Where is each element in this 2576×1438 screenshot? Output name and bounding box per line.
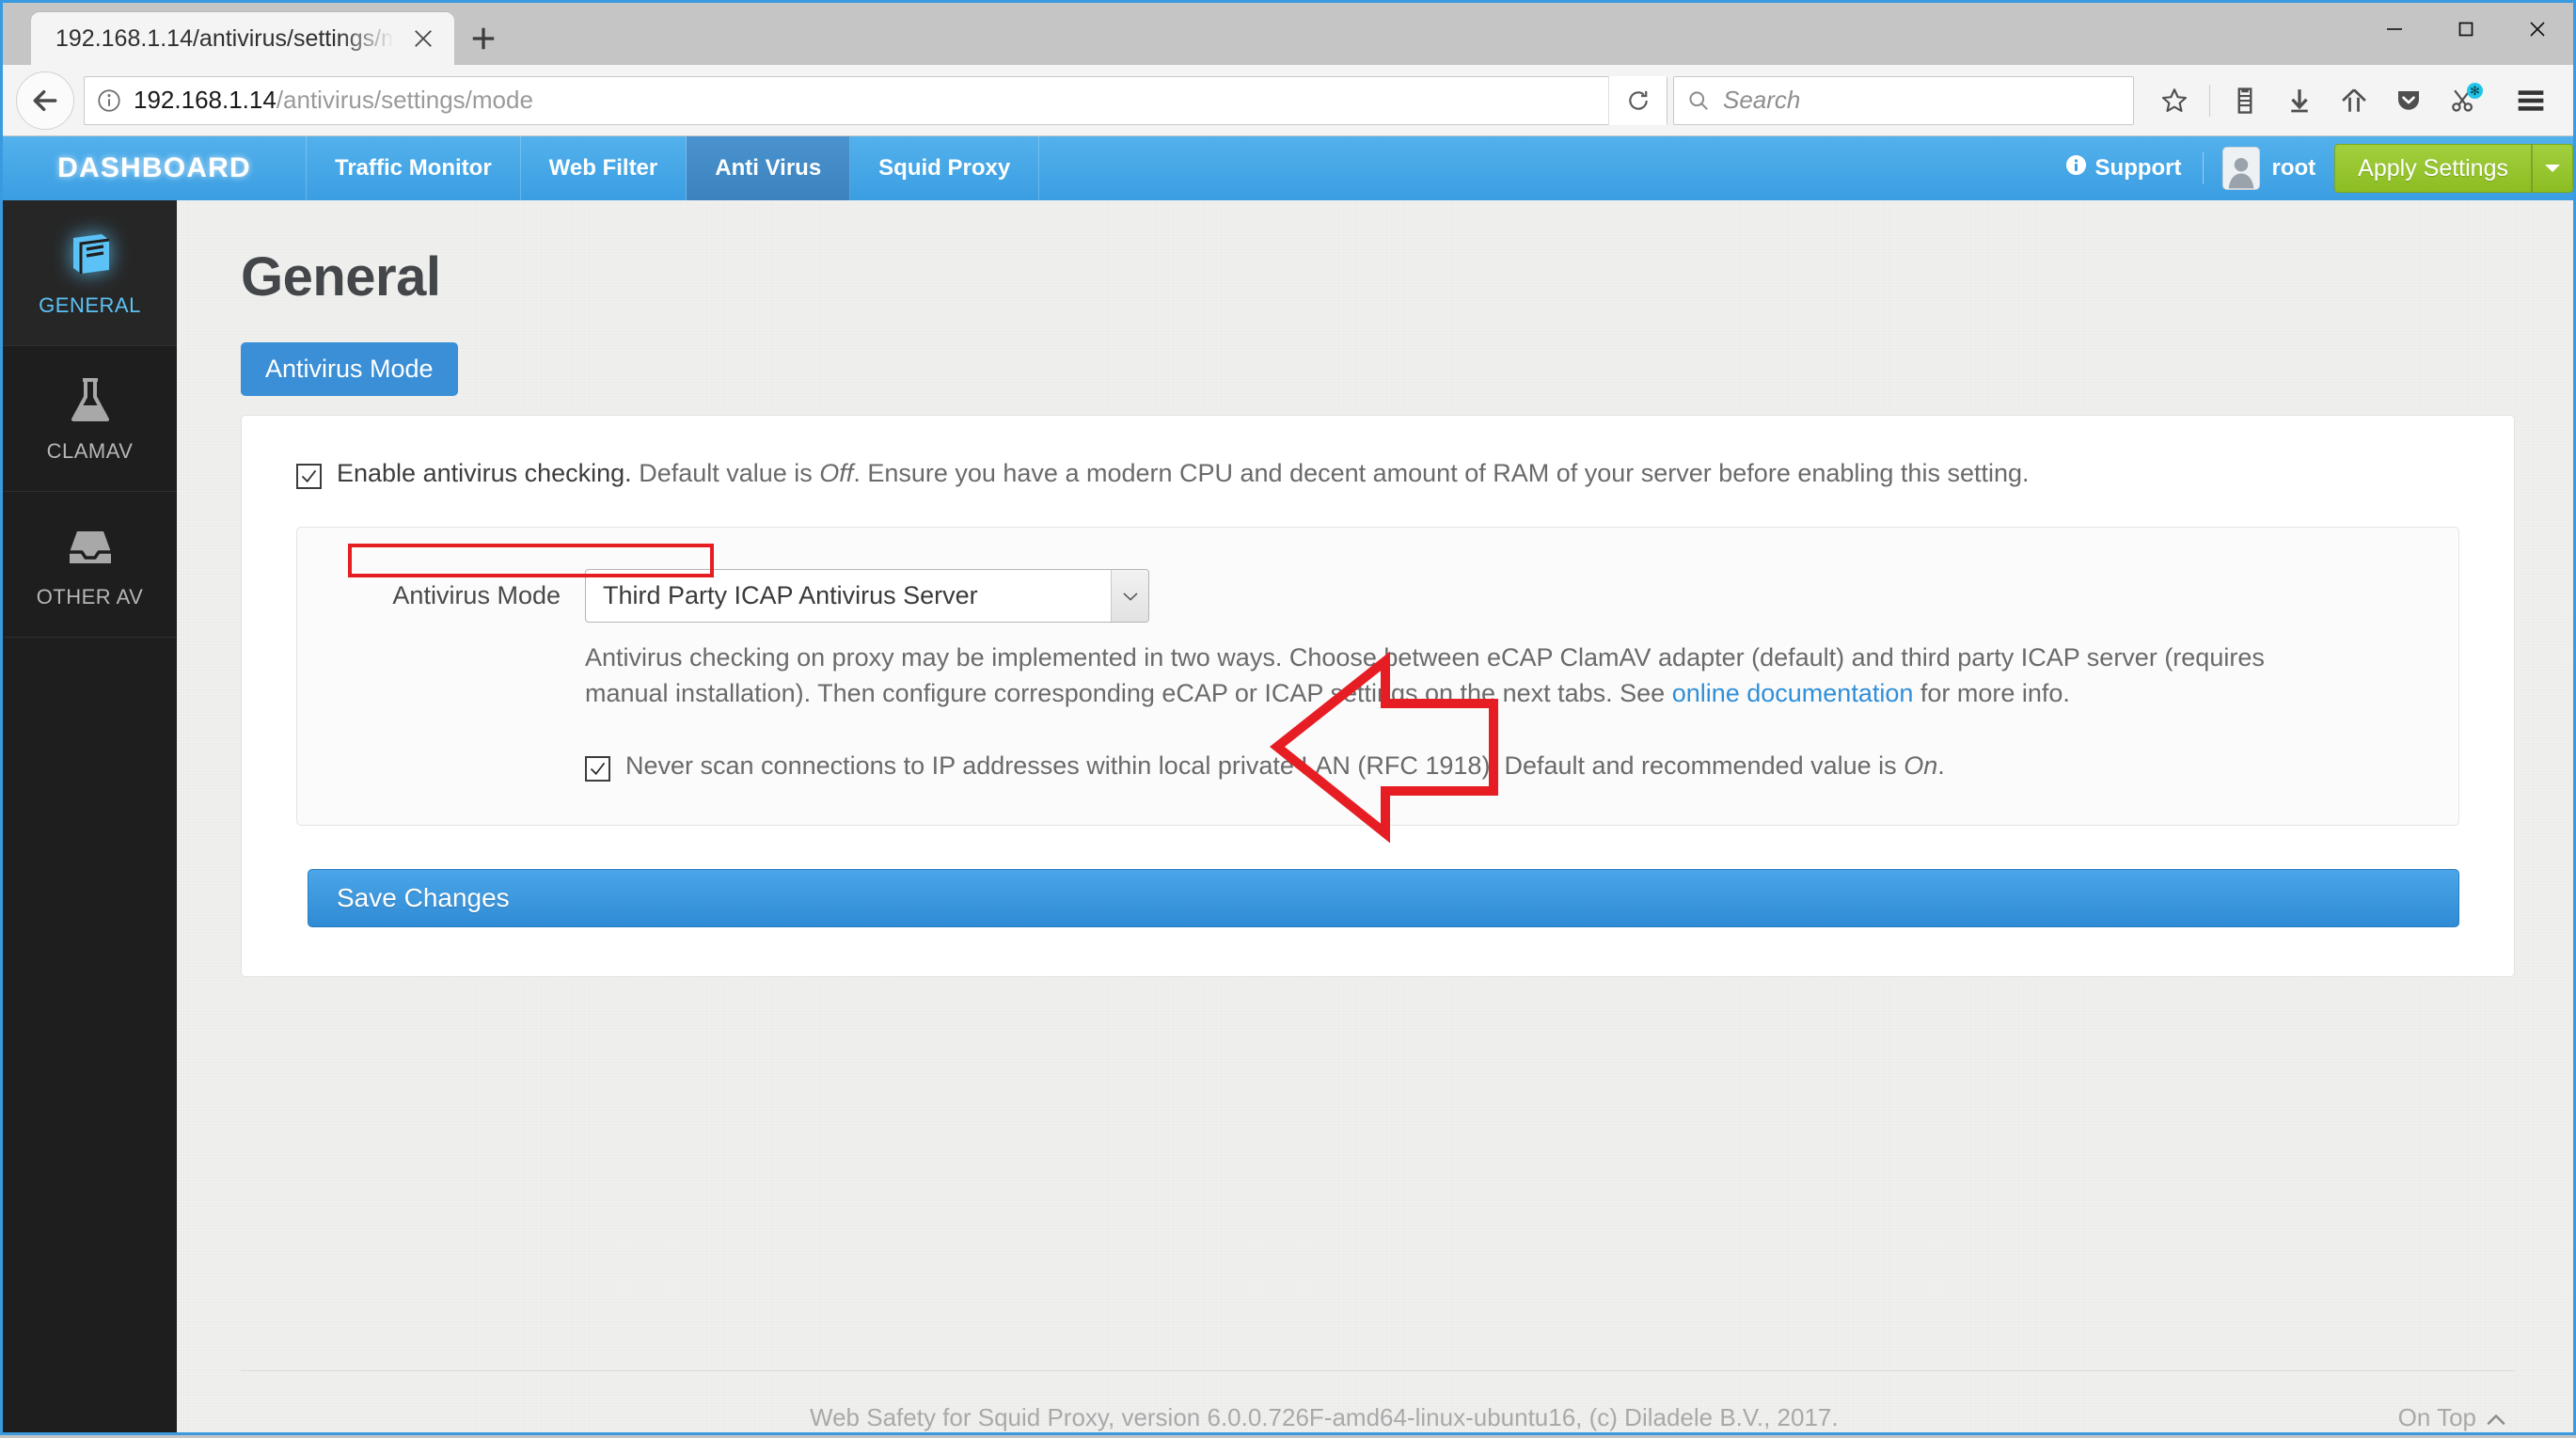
chevron-down-icon[interactable] — [1111, 570, 1148, 622]
enable-antivirus-checkbox[interactable] — [296, 464, 322, 489]
search-input[interactable]: Search — [1673, 76, 2134, 125]
on-top-button[interactable]: On Top — [2398, 1403, 2505, 1432]
url-bar[interactable]: 192.168.1.14/antivirus/settings/mode — [84, 76, 1667, 125]
browser-tab[interactable]: 192.168.1.14/antivirus/settings/m — [31, 12, 454, 65]
window-controls — [2359, 3, 2573, 55]
apply-settings-button[interactable]: Apply Settings — [2334, 144, 2532, 193]
settings-panel-inner: Enable antivirus checking. Default value… — [242, 459, 2514, 976]
downloads-icon[interactable] — [2274, 75, 2325, 126]
toolbar-divider — [2209, 85, 2210, 117]
browser-window: 192.168.1.14/antivirus/settings/m — [0, 0, 2576, 1435]
help-part2: for more info. — [1913, 679, 2070, 707]
hamburger-menu-icon[interactable] — [2502, 75, 2560, 126]
browser-tab-title: 192.168.1.14/antivirus/settings/m — [55, 25, 394, 53]
library-icon[interactable] — [2220, 75, 2270, 126]
user-avatar-icon — [2222, 147, 2260, 190]
antivirus-mode-help: Antivirus checking on proxy may be imple… — [585, 640, 2292, 712]
flask-icon — [64, 373, 117, 428]
enable-antivirus-label: Enable antivirus checking. Default value… — [337, 459, 2030, 488]
search-placeholder: Search — [1723, 86, 1800, 115]
never-scan-lan-text-before: Never scan connections to IP addresses w… — [625, 751, 1904, 780]
topnav-right: Support root Apply Settings — [2045, 136, 2573, 200]
antivirus-mode-field-row: Antivirus Mode Third Party ICAP Antiviru… — [342, 569, 2413, 623]
book-icon — [64, 228, 117, 282]
user-menu[interactable]: root — [2204, 147, 2335, 190]
close-icon[interactable] — [2502, 3, 2573, 55]
reload-icon[interactable] — [1608, 76, 1667, 125]
browser-titlebar: 192.168.1.14/antivirus/settings/m — [3, 3, 2573, 65]
info-circle-icon[interactable] — [85, 87, 134, 114]
support-label: Support — [2095, 155, 2182, 182]
never-scan-lan-checkbox[interactable] — [585, 756, 610, 782]
page-title: General — [241, 245, 2515, 308]
bookmark-star-icon[interactable] — [2149, 75, 2200, 126]
browser-toolbar: 192.168.1.14/antivirus/settings/mode Sea… — [3, 65, 2573, 136]
main-content: General Antivirus Mode Enable antivirus … — [177, 200, 2573, 1432]
tab-strip: 192.168.1.14/antivirus/settings/m — [3, 12, 513, 65]
never-scan-lan-label: Never scan connections to IP addresses w… — [625, 751, 1945, 781]
close-icon[interactable] — [407, 23, 439, 55]
url-host: 192.168.1.14 — [134, 86, 277, 114]
app-sidebar: GENERAL CLAMAV OTHER AV — [3, 200, 177, 1432]
sidebar-item-label: CLAMAV — [47, 439, 134, 464]
antivirus-mode-value: Third Party ICAP Antivirus Server — [586, 570, 1111, 622]
web-page: DASHBOARD Traffic Monitor Web Filter Ant… — [3, 136, 2573, 1432]
enable-antivirus-desc-after: . Ensure you have a modern CPU and decen… — [853, 459, 2029, 487]
url-text: 192.168.1.14/antivirus/settings/mode — [134, 86, 533, 115]
never-scan-lan-text-em: On — [1904, 751, 1937, 780]
info-circle-icon — [2065, 154, 2087, 182]
mode-settings-box: Antivirus Mode Third Party ICAP Antiviru… — [296, 527, 2459, 826]
enable-antivirus-desc-em: Off — [819, 459, 853, 487]
caret-down-icon[interactable] — [2532, 144, 2573, 193]
home-icon[interactable] — [2329, 75, 2379, 126]
chevron-up-icon — [2487, 1403, 2505, 1432]
enable-antivirus-label-main: Enable antivirus checking. — [337, 459, 632, 487]
sidebar-item-clamav[interactable]: CLAMAV — [3, 346, 177, 492]
user-name: root — [2272, 155, 2316, 182]
antivirus-mode-label: Antivirus Mode — [342, 569, 585, 610]
plus-icon[interactable] — [454, 12, 513, 65]
on-top-label: On Top — [2398, 1403, 2476, 1432]
page-footer: Web Safety for Squid Proxy, version 6.0.… — [241, 1370, 2515, 1432]
minimize-icon[interactable] — [2359, 3, 2430, 55]
sidebar-item-label: GENERAL — [39, 293, 141, 318]
app-topnav: DASHBOARD Traffic Monitor Web Filter Ant… — [3, 136, 2573, 200]
settings-panel: Enable antivirus checking. Default value… — [241, 415, 2515, 977]
enable-antivirus-row: Enable antivirus checking. Default value… — [296, 459, 2459, 489]
nav-item-anti-virus[interactable]: Anti Virus — [687, 136, 850, 200]
tab-antivirus-mode[interactable]: Antivirus Mode — [241, 342, 458, 396]
never-scan-lan-row: Never scan connections to IP addresses w… — [585, 751, 2413, 782]
online-documentation-link[interactable]: online documentation — [1672, 679, 1914, 707]
never-scan-lan-text-after: . — [1937, 751, 1945, 780]
sidebar-item-other-av[interactable]: OTHER AV — [3, 492, 177, 638]
app-body: GENERAL CLAMAV OTHER AV Ge — [3, 200, 2573, 1432]
maximize-icon[interactable] — [2430, 3, 2502, 55]
footer-text: Web Safety for Squid Proxy, version 6.0.… — [250, 1403, 2398, 1432]
sidebar-item-label: OTHER AV — [37, 585, 144, 609]
apply-settings-group: Apply Settings — [2334, 136, 2573, 200]
screenshot-icon[interactable]: ✻ — [2438, 75, 2489, 126]
search-icon — [1674, 88, 1723, 113]
antivirus-mode-select[interactable]: Third Party ICAP Antivirus Server — [585, 569, 1149, 623]
pocket-icon[interactable] — [2383, 75, 2434, 126]
enable-antivirus-desc-before: Default value is — [632, 459, 820, 487]
support-link[interactable]: Support — [2045, 154, 2203, 182]
screenshot-badge: ✻ — [2467, 83, 2483, 99]
app-brand[interactable]: DASHBOARD — [3, 136, 307, 200]
nav-item-traffic-monitor[interactable]: Traffic Monitor — [307, 136, 521, 200]
inbox-tray-icon — [64, 519, 117, 574]
sidebar-filler — [3, 638, 177, 1432]
url-path: /antivirus/settings/mode — [277, 86, 533, 114]
nav-item-web-filter[interactable]: Web Filter — [521, 136, 687, 200]
back-arrow-icon[interactable] — [16, 71, 74, 130]
nav-item-squid-proxy[interactable]: Squid Proxy — [850, 136, 1039, 200]
sidebar-item-general[interactable]: GENERAL — [3, 200, 177, 346]
save-changes-button[interactable]: Save Changes — [308, 869, 2459, 927]
browser-toolbar-icons: ✻ — [2149, 75, 2489, 126]
